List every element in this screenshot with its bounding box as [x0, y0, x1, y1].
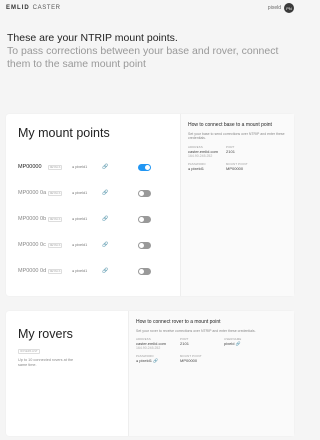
link-icon[interactable]: 🔗 — [102, 190, 138, 196]
mount-point-toggle[interactable] — [138, 215, 151, 223]
mount-point-name: MP0000 0a — [18, 189, 47, 196]
hero-title: These are your NTRIP mount points. — [7, 32, 178, 44]
port-value[interactable]: 2101 — [226, 149, 256, 154]
mount-point-name: MP0000 0b — [18, 215, 47, 222]
rover-connect-panel: How to connect rover to a mount point Se… — [128, 311, 294, 436]
address-ip: 164.90.245.252 — [188, 153, 213, 158]
address-ip: 164.90.245.252 — [136, 346, 161, 351]
rovers-card: My rovers ROVERS LIST Up to 10 connected… — [6, 311, 294, 436]
rover-connect-desc: Set your rover to receive corrections ov… — [136, 328, 256, 333]
password-value: ● pixeld1 — [72, 191, 88, 195]
logo-product: CASTER — [32, 5, 61, 11]
mount-point-row[interactable]: MP0000 0b DETAILS ● pixeld1 🔗 — [18, 206, 178, 232]
link-icon[interactable]: 🔗 — [236, 341, 241, 346]
link-icon[interactable]: 🔗 — [102, 242, 138, 248]
mount-points-list: MP00000 DETAILS ● pixeld1 🔗 MP0000 0a DE… — [18, 154, 178, 284]
link-icon[interactable]: 🔗 — [102, 268, 138, 274]
mount-point-toggle[interactable] — [138, 241, 151, 249]
mount-point-toggle[interactable] — [138, 189, 151, 197]
details-chip[interactable]: DETAILS — [48, 268, 62, 274]
avatar[interactable]: PN — [284, 3, 294, 13]
mount-point-row[interactable]: MP0000 0d DETAILS ● pixeld1 🔗 — [18, 258, 178, 284]
mount-point-value[interactable]: MP00000 — [226, 166, 256, 171]
base-connect-title: How to connect base to a mount point — [188, 122, 272, 128]
mount-point-name: MP0000 0c — [18, 241, 46, 248]
details-chip[interactable]: DETAILS — [48, 164, 62, 170]
password-value: ● pixeld1 — [72, 243, 88, 247]
mount-point-row[interactable]: MP00000 DETAILS ● pixeld1 🔗 — [18, 154, 178, 180]
password-value: ● pixeld1 — [72, 165, 88, 169]
mount-point-row[interactable]: MP0000 0c DETAILS ● pixeld1 🔗 — [18, 232, 178, 258]
details-chip[interactable]: DETAILS — [48, 216, 62, 222]
hero-subtitle: To pass corrections between your base an… — [7, 45, 279, 70]
username: pixeld — [267, 5, 281, 11]
mount-point-name: MP0000 0d — [18, 267, 47, 274]
base-connect-desc: Set your base to send corrections over N… — [188, 131, 285, 141]
password-value[interactable]: ● pixeld1 🔗 — [136, 358, 166, 363]
link-icon[interactable]: 🔗 — [153, 358, 158, 363]
lock-icon: ● — [72, 269, 75, 273]
base-connect-panel: How to connect base to a mount point Set… — [180, 114, 294, 296]
rovers-list-chip[interactable]: ROVERS LIST — [18, 349, 40, 354]
password-value: ● pixeld1 — [72, 217, 88, 221]
lock-icon: ● — [72, 165, 75, 169]
logo[interactable]: EMLID CASTER — [6, 5, 61, 11]
mount-points-card: My mount points MP00000 DETAILS ● pixeld… — [6, 114, 294, 296]
lock-icon: ● — [72, 191, 75, 195]
lock-icon: ● — [188, 166, 191, 171]
port-value[interactable]: 2101 — [180, 341, 210, 346]
address-value[interactable]: caster.emlid.com — [188, 149, 218, 154]
rovers-title: My rovers — [18, 327, 73, 341]
password-value: ● pixeld1 — [72, 269, 88, 273]
mount-point-name: MP00000 — [18, 163, 42, 170]
mount-point-value[interactable]: MP00000 — [180, 358, 210, 363]
logo-brand: EMLID — [6, 5, 30, 11]
lock-icon: ● — [136, 359, 139, 364]
mount-point-toggle[interactable] — [138, 163, 151, 171]
user-menu[interactable]: pixeld PN — [268, 3, 294, 13]
rovers-note: Up to 10 connected rovers at the same ti… — [18, 358, 74, 367]
username-value[interactable]: pixeld 🔗 — [224, 341, 254, 346]
hero: These are your NTRIP mount points. To pa… — [7, 32, 297, 70]
details-chip[interactable]: DETAILS — [48, 190, 62, 196]
lock-icon: ● — [72, 217, 75, 221]
mount-point-toggle[interactable] — [138, 267, 151, 275]
mount-points-title: My mount points — [18, 126, 110, 140]
password-value[interactable]: ● pixeld1 — [188, 166, 218, 171]
link-icon[interactable]: 🔗 — [102, 164, 138, 170]
rover-connect-title: How to connect rover to a mount point — [136, 319, 221, 325]
link-icon[interactable]: 🔗 — [102, 216, 138, 222]
details-chip[interactable]: DETAILS — [48, 242, 62, 248]
mount-point-row[interactable]: MP0000 0a DETAILS ● pixeld1 🔗 — [18, 180, 178, 206]
lock-icon: ● — [72, 243, 75, 247]
top-bar: EMLID CASTER pixeld PN — [0, 0, 300, 16]
